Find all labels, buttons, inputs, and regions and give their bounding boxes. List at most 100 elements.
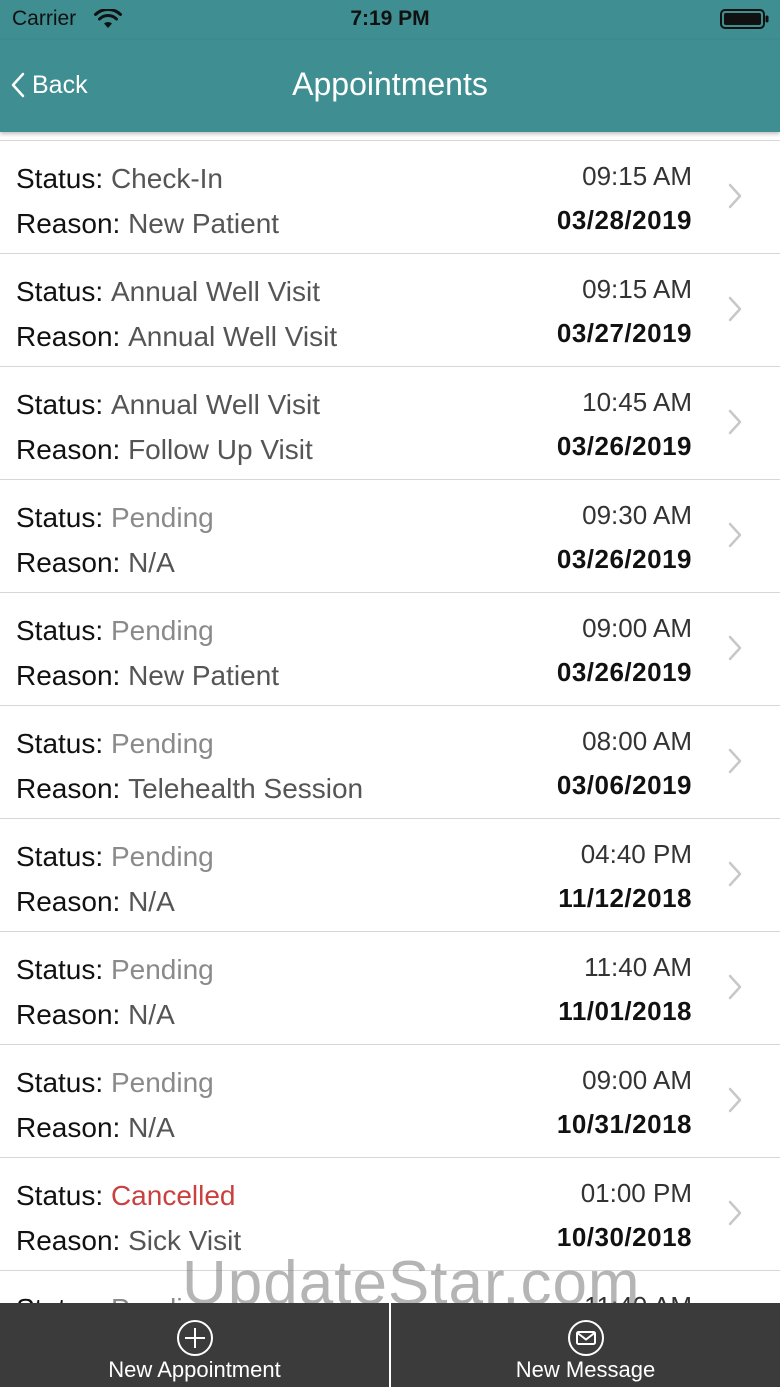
appointments-list: Status: Check-In Reason: New Patient 09:15… [0,140,780,1384]
appointment-row[interactable]: Status: Check-In Reason: New Patient 09:15… [0,141,780,254]
reason-value: Follow Up Visit [128,434,313,465]
chevron-right-icon [728,635,742,661]
reason-value: New Patient [128,208,280,239]
status-bar: Carrier 7:19 PM [0,0,780,40]
status-label: Status: [16,615,104,646]
reason-line: Reason: New Patient [16,660,279,692]
appointment-row[interactable]: Status: Pending Reason: New Patient 09:00 … [0,593,780,706]
new-message-label: New Message [515,1357,656,1382]
chevron-right-icon [728,1200,742,1226]
status-label: Status: [16,389,104,420]
appointment-date: 03/28/2019 [556,205,692,235]
appointment-row[interactable]: Status: Pending Reason: N/A 11:40 AM 11/01/… [0,932,780,1045]
bottom-toolbar: New Appointment New Message [0,1303,780,1387]
appointment-row[interactable]: Status: Pending Reason: N/A 09:30 AM 03/26/… [0,480,780,593]
reason-line: Reason: New Patient [16,208,279,240]
chevron-right-icon [728,183,742,209]
reason-label: Reason: [16,999,121,1030]
status-line: Status: Annual Well Visit [16,389,320,421]
appointment-time: 08:00 AM [582,726,692,756]
status-label: Status: [16,1067,104,1098]
reason-line: Reason: N/A [16,1112,175,1144]
reason-label: Reason: [16,321,121,352]
reason-label: Reason: [16,434,121,465]
chevron-right-icon [728,296,742,322]
mail-circle-icon [567,1320,604,1356]
reason-label: Reason: [16,208,121,239]
appointment-date: 03/26/2019 [556,657,692,687]
status-value: Pending [110,502,214,533]
status-value: Pending [110,841,214,872]
status-line: Status: Pending [16,502,214,534]
status-value: Annual Well Visit [110,389,321,420]
appointment-row[interactable]: Status: Cancelled Reason: Sick Visit 01:00… [0,1158,780,1271]
status-line: Status: Check-In [16,163,223,195]
reason-value: N/A [128,999,175,1030]
reason-value: Annual Well Visit [128,321,338,352]
reason-value: New Patient [128,660,280,691]
status-value: Pending [110,1067,214,1098]
reason-value: Sick Visit [128,1225,242,1256]
reason-line: Reason: N/A [16,886,175,918]
reason-value: N/A [128,1112,175,1143]
status-line: Status: Pending [16,728,214,760]
status-time: 7:19 PM [350,7,430,30]
reason-line: Reason: Telehealth Session [16,773,363,805]
appointment-date: 03/27/2019 [556,318,692,348]
reason-line: Reason: Annual Well Visit [16,321,337,353]
new-appointment-button[interactable]: New Appointment [0,1303,389,1387]
status-label: Status: [16,841,104,872]
status-value: Pending [110,728,214,759]
status-label: Status: [16,954,104,985]
appointment-date: 03/26/2019 [556,544,692,574]
status-line: Status: Cancelled [16,1180,235,1212]
new-appointment-label: New Appointment [108,1357,281,1382]
appointment-time: 09:15 AM [582,274,692,304]
chevron-right-icon [728,409,742,435]
status-line: Status: Pending [16,841,214,873]
reason-label: Reason: [16,886,121,917]
status-label: Status: [16,1180,104,1211]
status-line: Status: Annual Well Visit [16,276,320,308]
appointment-time: 10:45 AM [582,387,692,417]
appointment-time: 09:00 AM [582,613,692,643]
chevron-right-icon [728,1087,742,1113]
status-line: Status: Pending [16,615,214,647]
reason-line: Reason: N/A [16,999,175,1031]
status-value: Pending [110,615,214,646]
battery-icon [720,9,769,29]
appointment-time: 11:40 AM [584,952,692,982]
navigation-bar: Back Appointments [0,40,780,132]
appointment-row[interactable]: Status: Pending Reason: N/A 04:40 PM 11/12/… [0,819,780,932]
reason-value: Telehealth Session [128,773,364,804]
new-message-button[interactable]: New Message [389,1303,780,1387]
reason-line: Reason: Sick Visit [16,1225,241,1257]
status-label: Status: [16,728,104,759]
reason-line: Reason: N/A [16,547,175,579]
reason-label: Reason: [16,773,121,804]
reason-label: Reason: [16,1112,121,1143]
appointment-date: 10/30/2018 [556,1222,692,1252]
reason-label: Reason: [16,660,121,691]
chevron-right-icon [728,861,742,887]
status-line: Status: Pending [16,954,214,986]
status-line: Status: Pending [16,1067,214,1099]
status-value: Pending [110,954,214,985]
appointment-row[interactable]: Status: Pending Reason: N/A 09:00 AM 10/31/… [0,1045,780,1158]
plus-circle-icon [176,1320,213,1356]
appointment-time: 09:15 AM [582,161,692,191]
appointment-date: 10/31/2018 [556,1109,692,1139]
appointment-row[interactable]: Status: Annual Well Visit Reason: Follow … [0,367,780,480]
appointment-time: 04:40 PM [580,839,692,869]
status-value: Check-In [110,163,223,194]
appointment-row[interactable]: Status: Annual Well Visit Reason: Annual … [0,254,780,367]
status-label: Status: [16,276,104,307]
reason-value: N/A [128,547,175,578]
appointment-time: 09:00 AM [582,1065,692,1095]
appointment-date: 03/06/2019 [556,770,692,800]
chevron-right-icon [728,974,742,1000]
appointment-date: 11/01/2018 [558,996,692,1026]
appointment-row[interactable]: Status: Pending Reason: Telehealth Sessio… [0,706,780,819]
page-title: Appointments [292,66,488,102]
appointment-date: 03/26/2019 [556,431,692,461]
